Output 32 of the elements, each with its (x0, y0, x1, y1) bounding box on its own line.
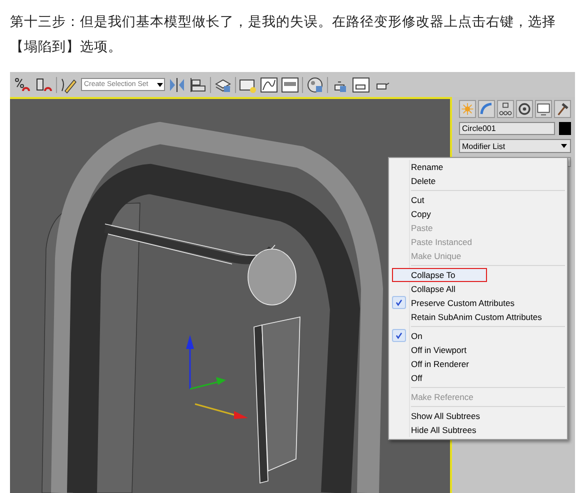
color-swatch[interactable] (559, 122, 571, 135)
menu-item[interactable]: Show All Subtrees (389, 409, 567, 423)
menu-item[interactable]: Hide All Subtrees (389, 423, 567, 437)
menu-item[interactable]: Delete (389, 174, 567, 188)
menu-item[interactable]: Off in Renderer (389, 357, 567, 371)
menu-item[interactable]: Retain SubAnim Custom Attributes (389, 310, 567, 324)
menu-item[interactable]: Preserve Custom Attributes (389, 296, 567, 310)
menu-item[interactable]: Cut (389, 193, 567, 207)
align-icon[interactable] (189, 76, 207, 94)
material-sphere-icon[interactable] (306, 76, 324, 94)
spinner-snap-icon[interactable] (35, 76, 53, 94)
window-icon[interactable] (281, 76, 299, 94)
dropdown-arrow-icon (560, 143, 568, 149)
curve-icon[interactable] (478, 100, 495, 118)
curve-editor-icon[interactable] (260, 76, 278, 94)
menu-item[interactable]: Rename (389, 160, 567, 174)
modifier-list-dropdown[interactable]: Modifier List (459, 139, 571, 153)
dropdown-arrow-icon (156, 82, 164, 88)
hammer-icon[interactable] (554, 100, 571, 118)
object-name-field[interactable]: Circle001 (459, 122, 555, 135)
menu-item[interactable]: Collapse All (389, 282, 567, 296)
mirror-icon[interactable] (168, 76, 186, 94)
instruction-text: 第十三步：但是我们基本模型做长了，是我的失误。在路径变形修改器上点击右键，选择【塌陷到】选项。 (10, 13, 557, 57)
menu-item[interactable]: Off (389, 371, 567, 385)
percent-snap-icon[interactable] (14, 76, 32, 94)
menu-item[interactable]: Collapse To (392, 268, 487, 282)
hierarchy-icon[interactable] (497, 100, 514, 118)
circle-icon[interactable] (516, 100, 533, 118)
menu-item[interactable]: Copy (389, 207, 567, 221)
menu-item[interactable]: Off in Viewport (389, 343, 567, 357)
menu-item[interactable]: On (389, 329, 567, 343)
monitor-icon[interactable] (535, 100, 552, 118)
